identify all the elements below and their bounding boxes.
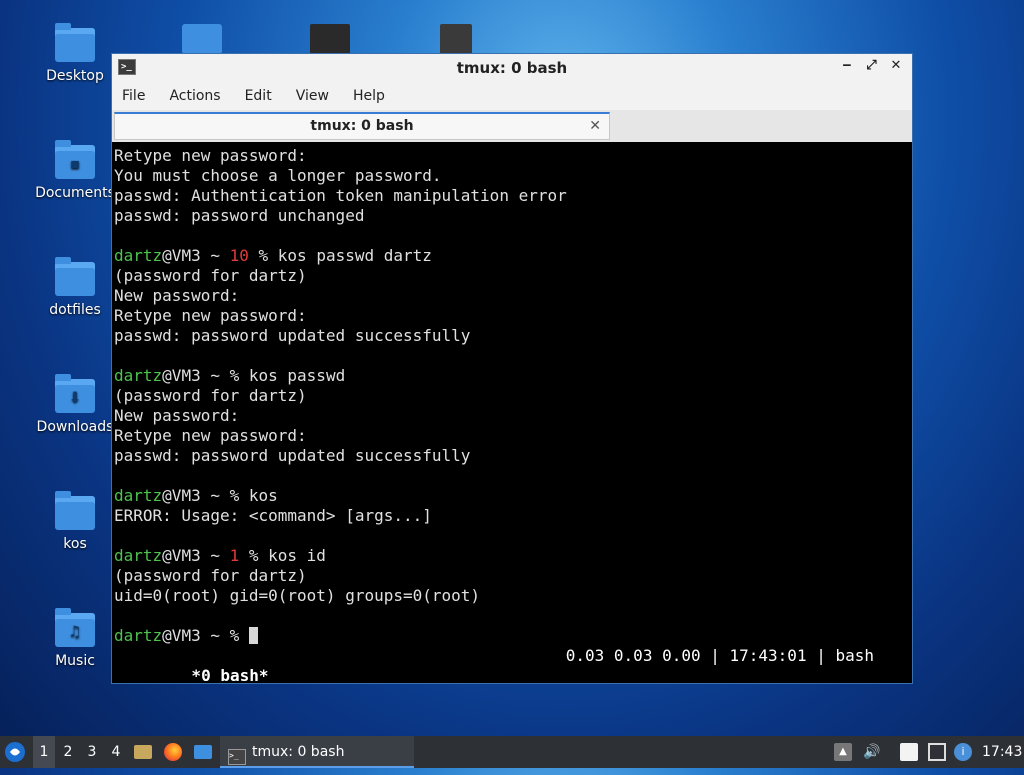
menu-actions[interactable]: Actions: [169, 88, 220, 104]
clock[interactable]: 17:43: [982, 736, 1022, 768]
terminal-line: New password:: [114, 286, 240, 305]
folder-icon: [55, 491, 95, 530]
prompt-line: dartz@VM3 ~ %: [114, 626, 910, 646]
terminal-line: uid=0(root) gid=0(root) groups=0(root): [114, 586, 481, 605]
workspace-2[interactable]: 2: [57, 736, 79, 768]
tab-bar: tmux: 0 bash ✕: [112, 110, 912, 142]
menu-view[interactable]: View: [296, 88, 329, 104]
tray-expand-icon[interactable]: ▲: [834, 743, 852, 761]
maximize-button[interactable]: ⤢: [861, 58, 881, 73]
folder-icon: [55, 257, 95, 296]
minimize-button[interactable]: ‒: [837, 58, 857, 73]
terminal-line: passwd: Authentication token manipulatio…: [114, 186, 567, 205]
volume-icon[interactable]: 🔊: [863, 743, 881, 761]
desktop-show-icon[interactable]: [194, 736, 216, 768]
window-title: tmux: 0 bash: [456, 59, 568, 77]
close-button[interactable]: ✕: [886, 58, 906, 73]
terminal-line: New password:: [114, 406, 240, 425]
terminal-cursor: [248, 627, 258, 644]
notification-icon[interactable]: i: [954, 743, 972, 761]
desktop-icon-desktop[interactable]: Desktop: [35, 23, 115, 84]
workspace-3[interactable]: 3: [81, 736, 103, 768]
downloads-folder-icon: ⬇: [55, 374, 95, 413]
tab-tmux-bash[interactable]: tmux: 0 bash ✕: [114, 112, 610, 140]
tmux-window-list[interactable]: *0 bash*: [182, 666, 268, 685]
prompt-line: dartz@VM3 ~ % kos: [114, 486, 278, 505]
tab-close-icon[interactable]: ✕: [589, 114, 601, 138]
prompt-line: dartz@VM3 ~ 10 % kos passwd dartz: [114, 246, 432, 265]
menu-help[interactable]: Help: [353, 88, 385, 104]
pictures-folder-icon[interactable]: [182, 24, 222, 54]
terminal-line: passwd: password updated successfully: [114, 326, 471, 345]
clipboard-icon[interactable]: [900, 743, 918, 761]
terminal-icon: >_: [228, 749, 246, 765]
tmux-status-right: 0.03 0.03 0.00 | 17:43:01 | bash: [565, 646, 874, 665]
taskbar-window-tmux[interactable]: >_ tmux: 0 bash: [220, 736, 414, 768]
desktop-icon-music[interactable]: ♫ Music: [35, 608, 115, 669]
file-manager-icon[interactable]: [134, 736, 156, 768]
desktop-icon-label: Documents: [35, 185, 115, 201]
prompt-line: dartz@VM3 ~ 1 % kos id: [114, 546, 326, 565]
terminal-line: Retype new password:: [114, 306, 307, 325]
music-folder-icon: ♫: [55, 608, 95, 647]
workspace-4[interactable]: 4: [105, 736, 127, 768]
terminal-line: ERROR: Usage: <command> [args...]: [114, 506, 432, 525]
menu-edit[interactable]: Edit: [245, 88, 272, 104]
terminal-line: passwd: password unchanged: [114, 206, 365, 225]
desktop-icon-dotfiles[interactable]: dotfiles: [35, 257, 115, 318]
desktop-icon-label: kos: [63, 536, 87, 552]
text-file-icon[interactable]: [440, 24, 472, 54]
terminal-line: (password for dartz): [114, 386, 307, 405]
prompt-line: dartz@VM3 ~ % kos passwd: [114, 366, 346, 385]
menubar: File Actions Edit View Help: [112, 82, 912, 110]
terminal-line: (password for dartz): [114, 266, 307, 285]
desktop-icon-label: Music: [55, 653, 95, 669]
network-icon[interactable]: [928, 743, 946, 761]
documents-folder-icon: ▪: [55, 140, 95, 179]
folder-icon: [55, 23, 95, 62]
terminal-line: You must choose a longer password.: [114, 166, 442, 185]
tab-label: tmux: 0 bash: [310, 118, 414, 134]
terminal-line: (password for dartz): [114, 566, 307, 585]
window-titlebar[interactable]: >_ tmux: 0 bash ‒ ⤢ ✕: [112, 54, 912, 82]
terminal-app-icon[interactable]: [310, 24, 350, 54]
task-label: tmux: 0 bash: [252, 744, 345, 760]
firefox-icon[interactable]: [164, 736, 186, 768]
desktop-icon-label: dotfiles: [49, 302, 101, 318]
desktop-icon-label: Desktop: [46, 68, 104, 84]
terminal-line: passwd: password updated successfully: [114, 446, 471, 465]
taskbar: 1 2 3 4 >_ tmux: 0 bash ▲ 🔊 i 17:43: [0, 736, 1024, 768]
terminal-line: Retype new password:: [114, 426, 307, 445]
desktop-icon-downloads[interactable]: ⬇ Downloads: [35, 374, 115, 435]
terminal-output[interactable]: Retype new password: You must choose a l…: [114, 146, 910, 685]
desktop-icon-label: Downloads: [36, 419, 114, 435]
start-menu-icon[interactable]: [4, 736, 30, 768]
workspace-1[interactable]: 1: [33, 736, 55, 768]
tmux-status-bar: *0 bash* 0.03 0.03 0.00 | 17:43:01 | bas…: [124, 646, 874, 685]
terminal-line: Retype new password:: [114, 146, 307, 165]
terminal-window[interactable]: >_ tmux: 0 bash ‒ ⤢ ✕ File Actions Edit …: [111, 53, 913, 685]
desktop-icon-documents[interactable]: ▪ Documents: [35, 140, 115, 201]
desktop-icon-kos[interactable]: kos: [35, 491, 115, 552]
menu-file[interactable]: File: [122, 88, 145, 104]
